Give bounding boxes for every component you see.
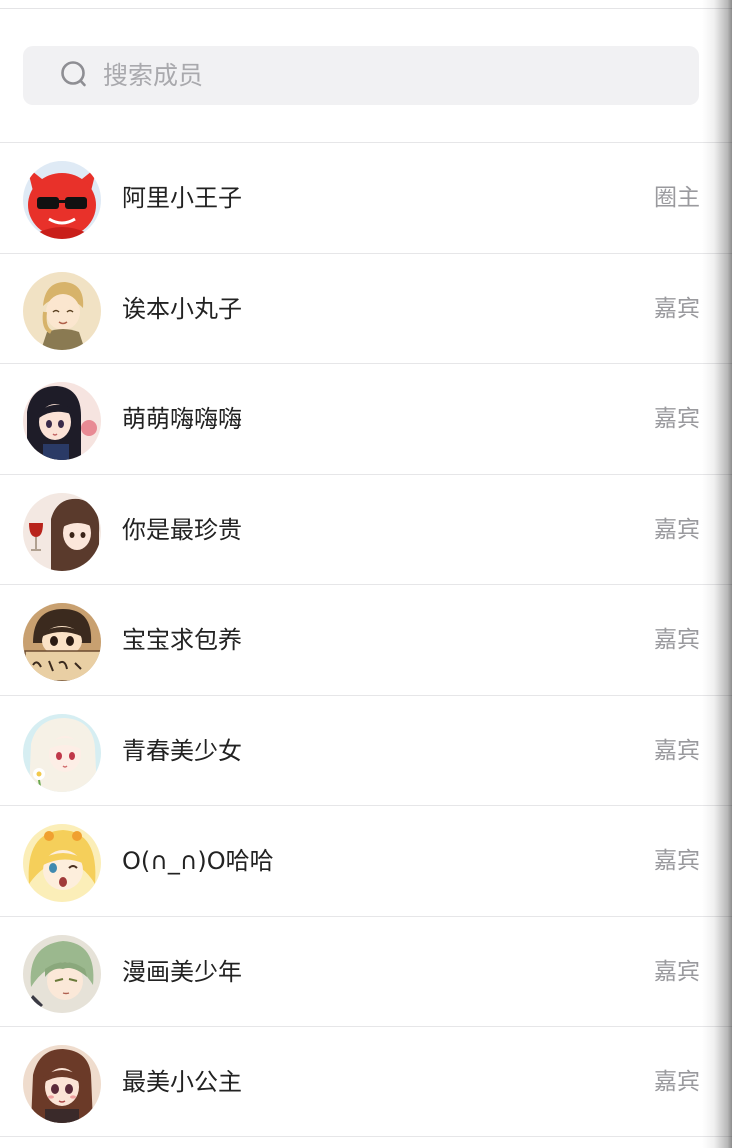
member-list: 阿里小王子 圈主 诶本小丸子 嘉宾 萌萌嗨嗨嗨 嘉宾 你是最珍贵 嘉宾 宝宝求包… [0,142,732,1137]
brown-hair-girl-wine-avatar-icon [23,492,101,571]
member-name: 宝宝求包养 [122,626,242,654]
member-name: 你是最珍贵 [122,515,242,544]
member-row[interactable]: 宝宝求包养 嘉宾 [0,584,732,695]
member-role-badge: 嘉宾 [654,958,700,985]
search-area [0,9,732,142]
member-row[interactable]: 青春美少女 嘉宾 [0,694,732,806]
red-devil-sunglasses-avatar-icon [23,161,101,239]
member-name: 萌萌嗨嗨嗨 [122,405,242,433]
member-list-screen: 阿里小王子 圈主 诶本小丸子 嘉宾 [0,0,732,1148]
kid-holding-sign-avatar-icon [23,603,101,681]
member-row[interactable]: 萌萌嗨嗨嗨 嘉宾 [0,363,732,474]
member-name: O(∩_∩)O哈哈 [122,847,274,875]
member-role-badge: 嘉宾 [654,1069,700,1095]
member-name: 青春美少女 [122,736,242,765]
white-hair-girl-flower-avatar-icon [23,713,101,792]
member-row[interactable]: 漫画美少年 嘉宾 [0,915,732,1027]
member-role-badge: 嘉宾 [654,848,700,874]
green-hair-boy-avatar-icon [23,934,101,1013]
brown-hair-princess-avatar-icon [23,1045,101,1123]
member-row[interactable]: 最美小公主 嘉宾 [0,1026,732,1137]
member-role-badge: 嘉宾 [654,295,700,322]
member-row[interactable]: O(∩_∩)O哈哈 嘉宾 [0,805,732,916]
member-row[interactable]: 诶本小丸子 嘉宾 [0,252,732,364]
member-role-badge: 圈主 [654,185,700,211]
member-name: 阿里小王子 [122,184,242,212]
member-name: 最美小公主 [122,1068,242,1096]
search-input[interactable] [103,46,663,105]
search-icon [59,59,91,91]
blond-boy-avatar-icon [23,271,101,350]
member-row[interactable]: 阿里小王子 圈主 [0,142,732,253]
search-box[interactable] [23,46,699,105]
member-name: 漫画美少年 [122,957,242,986]
member-role-badge: 嘉宾 [654,627,700,653]
member-name: 诶本小丸子 [122,294,242,323]
member-role-badge: 嘉宾 [654,406,700,432]
member-role-badge: 嘉宾 [654,516,700,543]
dark-hair-girl-avatar-icon [23,382,101,460]
blonde-girl-avatar-icon [23,824,101,902]
member-role-badge: 嘉宾 [654,737,700,764]
member-row[interactable]: 你是最珍贵 嘉宾 [0,473,732,585]
